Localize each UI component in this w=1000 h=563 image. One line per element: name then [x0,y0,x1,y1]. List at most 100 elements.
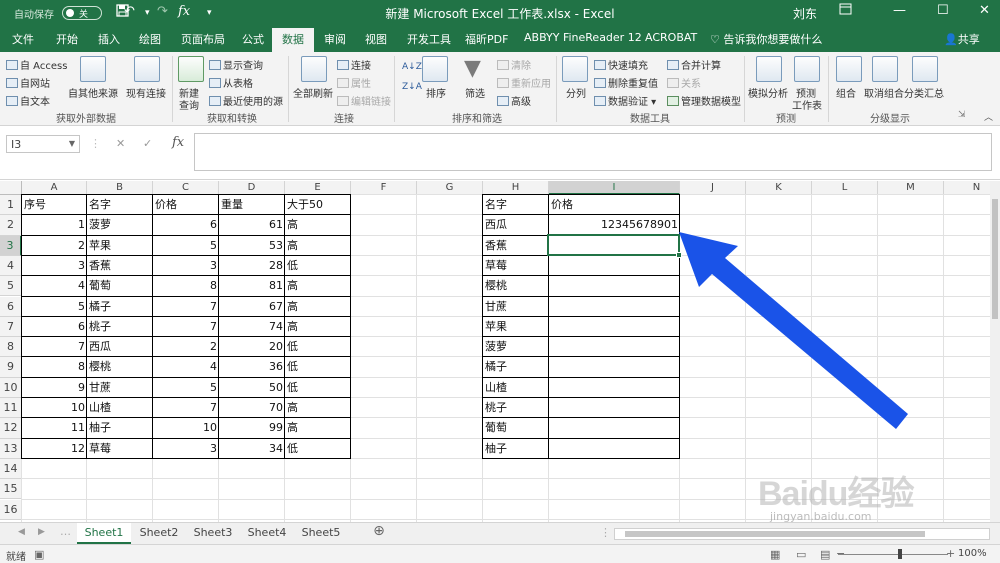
row-header-4[interactable]: 4 [0,255,22,277]
table2-name-cell[interactable]: 菠萝 [483,337,549,357]
relationships-button[interactable]: 关系 [667,75,701,90]
zoom-slider-knob[interactable] [898,549,902,559]
sheet-tab-1[interactable]: Sheet1 [77,523,131,544]
sort-ascending-icon[interactable]: A↓Z [402,62,422,72]
forecast-sheet-button-line2[interactable]: 工作表 [792,97,822,112]
row-header-11[interactable]: 11 [0,398,22,419]
column-header-K[interactable]: K [746,181,812,195]
table1-cell[interactable]: 高 [285,297,351,317]
refresh-all-button[interactable]: 全部刷新 [293,85,333,100]
insert-function-icon[interactable]: fx [172,135,184,150]
row-header-10[interactable]: 10 [0,377,22,398]
table1-header-cell[interactable]: 价格 [153,195,219,215]
table1-cell[interactable]: 28 [219,256,285,276]
tab-draw[interactable]: 绘图 [139,31,161,47]
outline-dialog-launcher-icon[interactable]: ⇲ [958,110,966,120]
zoom-in-icon[interactable]: + [946,547,955,560]
row-header-14[interactable]: 14 [0,458,22,480]
table1-cell[interactable]: 1 [22,215,87,235]
what-if-analysis-button[interactable]: 模拟分析 [748,85,788,100]
connections-button[interactable]: 连接 [337,57,371,72]
row-header-7[interactable]: 7 [0,316,22,338]
page-layout-view-icon[interactable]: ▭ [796,548,806,561]
table2-name-cell[interactable]: 甘蔗 [483,297,549,317]
manage-data-model-button[interactable]: 管理数据模型 [667,93,741,108]
table1-cell[interactable]: 4 [153,357,219,377]
from-web-button[interactable]: 自网站 [6,75,50,90]
table1-cell[interactable]: 12 [22,439,87,459]
column-header-M[interactable]: M [878,181,944,195]
table1-cell[interactable]: 低 [285,357,351,377]
next-sheet-icon[interactable]: ▶ [38,527,45,537]
table1-cell[interactable]: 99 [219,418,285,438]
row-header-2[interactable]: 2 [0,215,22,236]
table1-cell[interactable]: 2 [22,236,87,256]
sort-button[interactable]: 排序 [426,85,446,100]
minimize-icon[interactable]: — [893,3,906,18]
table1-cell[interactable]: 81 [219,276,285,296]
sheet-tab-3[interactable]: Sheet3 [187,523,239,544]
sheet-tab-4[interactable]: Sheet4 [241,523,293,544]
share-button[interactable]: 👤共享 [944,31,980,47]
tab-abbyy[interactable]: ABBYY FineReader 12 [524,31,642,44]
tab-foxit-pdf[interactable]: 福昕PDF [465,31,508,47]
close-icon[interactable]: ✕ [979,3,990,18]
worksheet-grid[interactable]: A B C D E F G H I J K L M N 1 2 3 4 5 6 7 8 9 10 11 12 13 14 15 16 序号名… [0,181,990,522]
tab-developer[interactable]: 开发工具 [407,31,451,47]
row-header-6[interactable]: 6 [0,296,22,317]
fill-handle[interactable] [676,251,682,258]
table1-cell[interactable]: 2 [153,337,219,357]
tab-review[interactable]: 审阅 [324,31,346,47]
table1-cell[interactable]: 5 [153,236,219,256]
table2-price-cell[interactable] [549,317,680,337]
table1-header-cell[interactable]: 序号 [22,195,87,215]
table2-name-cell[interactable]: 山楂 [483,378,549,398]
table1-cell[interactable]: 3 [153,439,219,459]
table1-cell[interactable]: 53 [219,236,285,256]
table2-name-cell[interactable]: 香蕉 [483,236,549,256]
from-access-button[interactable]: 自 Access [6,57,67,72]
table1-cell[interactable]: 36 [219,357,285,377]
filter-button[interactable]: 筛选 [465,85,485,100]
sheet-more-icon[interactable]: … [60,525,71,538]
table1-cell[interactable]: 6 [153,215,219,235]
tab-acrobat[interactable]: ACROBAT [645,31,697,44]
column-header-F[interactable]: F [351,181,417,195]
table1-cell[interactable]: 7 [22,337,87,357]
table1-cell[interactable]: 74 [219,317,285,337]
tab-file[interactable]: 文件 [12,31,34,47]
sheet-tab-5[interactable]: Sheet5 [295,523,347,544]
table2-name-cell[interactable]: 桃子 [483,398,549,418]
tab-formulas[interactable]: 公式 [242,31,264,47]
table2-price-cell[interactable]: 12345678901 [549,215,680,235]
row-header-5[interactable]: 5 [0,276,22,297]
column-header-D[interactable]: D [219,181,285,195]
row-header-1[interactable]: 1 [0,195,22,216]
column-header-H[interactable]: H [483,181,549,195]
name-box-dropdown-icon[interactable]: ▼ [69,139,75,148]
table1-cell[interactable]: 7 [153,297,219,317]
table1-cell[interactable]: 8 [22,357,87,377]
text-to-columns-button[interactable]: 分列 [566,85,586,100]
table1-cell[interactable]: 西瓜 [87,337,153,357]
flash-fill-button[interactable]: 快速填充 [594,57,648,72]
table1-cell[interactable]: 樱桃 [87,357,153,377]
table1-cell[interactable]: 高 [285,215,351,235]
table1-cell[interactable]: 低 [285,337,351,357]
column-header-N[interactable]: N [944,181,990,195]
table1-cell[interactable]: 低 [285,439,351,459]
table2-price-cell[interactable] [549,256,680,276]
table1-cell[interactable]: 3 [22,256,87,276]
add-sheet-icon[interactable]: ⊕ [368,523,390,544]
select-all-corner[interactable] [0,181,22,195]
table1-cell[interactable]: 10 [153,418,219,438]
table2-price-cell[interactable] [549,378,680,398]
advanced-button[interactable]: 高级 [497,93,531,108]
table1-cell[interactable]: 6 [22,317,87,337]
table1-cell[interactable]: 桃子 [87,317,153,337]
table2-name-cell[interactable]: 西瓜 [483,215,549,235]
subtotal-button[interactable]: 分类汇总 [904,85,944,100]
table1-header-cell[interactable]: 名字 [87,195,153,215]
recent-sources-button[interactable]: 最近使用的源 [209,93,283,108]
properties-button[interactable]: 属性 [337,75,371,90]
